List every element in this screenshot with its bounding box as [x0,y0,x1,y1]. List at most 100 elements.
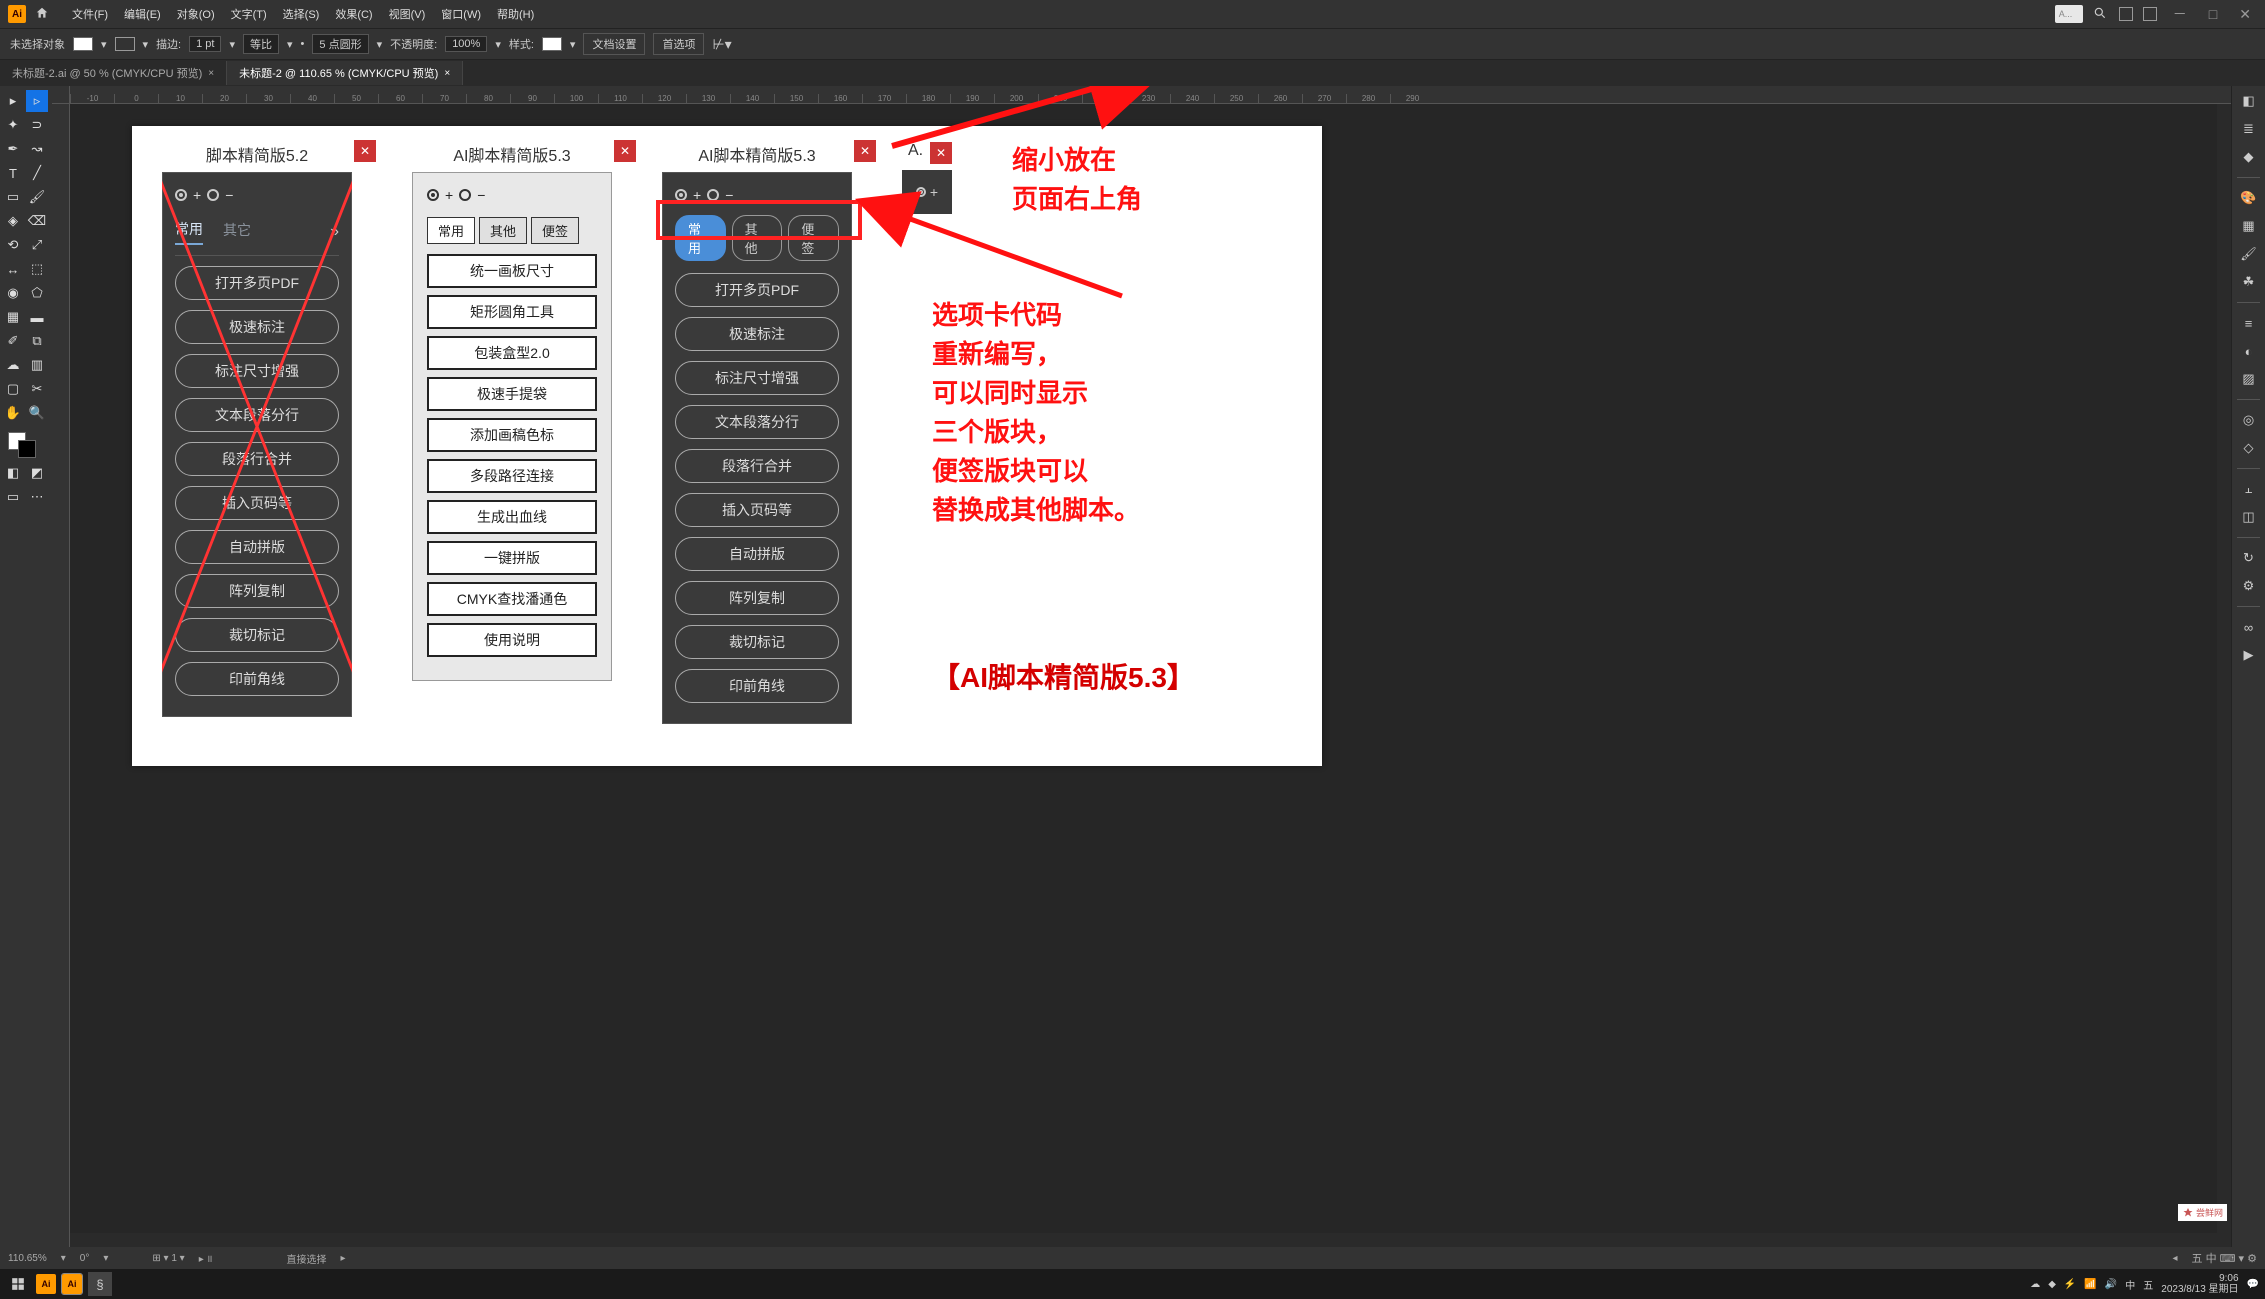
menu-window[interactable]: 窗口(W) [433,6,489,22]
transparency-panel-icon[interactable]: ▨ [2238,368,2260,390]
width-tool[interactable]: ↔ [2,258,24,280]
radio-icon[interactable] [459,189,471,201]
brush-dropdown[interactable]: 5 点圆形 [312,34,368,54]
play-panel-icon[interactable]: ▶ [2238,644,2260,666]
script-button[interactable]: 阵列复制 [175,574,339,608]
start-button[interactable] [6,1272,30,1296]
script-button[interactable]: 文本段落分行 [175,398,339,432]
document-tab-active[interactable]: 未标题-2 @ 110.65 % (CMYK/CPU 预览) × [227,61,463,85]
mini-collapsed-panel[interactable]: + [902,170,952,214]
mesh-tool[interactable]: ▦ [2,306,24,328]
panel2-tab-other[interactable]: 其他 [479,217,527,244]
tray-icon[interactable]: ☁ [2030,1279,2040,1290]
script-button[interactable]: 插入页码等 [675,493,839,527]
transform-panel-icon[interactable]: ↻ [2238,547,2260,569]
opacity-field[interactable]: 100% [445,36,487,52]
script-button[interactable]: 印前角线 [675,669,839,703]
script-button[interactable]: 打开多页PDF [675,273,839,307]
panel3-close-button[interactable]: ✕ [854,140,876,162]
script-button[interactable]: CMYK查找潘通色 [427,582,597,616]
taskbar-ai-icon-active[interactable]: Ai [62,1274,82,1294]
close-tab-icon[interactable]: × [208,68,214,79]
tray-ime-icon[interactable]: 五 [2143,1277,2153,1292]
selection-tool[interactable]: ▸ [2,90,24,112]
stroke-swatch[interactable] [115,37,135,51]
horizontal-scrollbar[interactable] [70,1233,2217,1247]
panel4-close-button[interactable]: ✕ [930,142,952,164]
close-button[interactable]: ✕ [2233,6,2257,23]
color-panel-icon[interactable]: 🎨 [2238,187,2260,209]
document-setup-button[interactable]: 文档设置 [583,33,645,55]
style-swatch[interactable] [542,37,562,51]
minimize-button[interactable]: － [2167,4,2193,24]
script-button[interactable]: 多段路径连接 [427,459,597,493]
maximize-button[interactable]: □ [2203,6,2223,22]
gradient-panel-icon[interactable]: ◐ [2238,340,2260,362]
pen-tool[interactable]: ✒ [2,138,24,160]
draw-mode-icon[interactable]: ◩ [26,462,48,484]
script-button[interactable]: 裁切标记 [175,618,339,652]
uniform-dropdown[interactable]: 等比 [243,34,279,54]
fill-swatch[interactable] [73,37,93,51]
tray-volume-icon[interactable]: 🔊 [2105,1279,2117,1290]
script-button[interactable]: 包装盒型2.0 [427,336,597,370]
links-panel-icon[interactable]: ∞ [2238,616,2260,638]
artboard-tool[interactable]: ▢ [2,378,24,400]
magic-wand-tool[interactable]: ✦ [2,114,24,136]
panel2-tab-common[interactable]: 常用 [427,217,475,244]
eyedropper-tool[interactable]: ✐ [2,330,24,352]
stroke-panel-icon[interactable]: ≡ [2238,312,2260,334]
ruler-origin[interactable] [52,86,70,104]
brushes-panel-icon[interactable]: 🖌 [2238,243,2260,265]
eraser-tool[interactable]: ⌫ [26,210,48,232]
taskbar-app-icon[interactable]: § [88,1272,112,1296]
script-button[interactable]: 插入页码等 [175,486,339,520]
pathfinder-panel-icon[interactable]: ◫ [2238,506,2260,528]
rotate-tool[interactable]: ⟲ [2,234,24,256]
scale-tool[interactable]: ⤢ [26,234,48,256]
lasso-tool[interactable]: ⊃ [26,114,48,136]
script-button[interactable]: 一键拼版 [427,541,597,575]
perspective-tool[interactable]: ⬠ [26,282,48,304]
shape-builder-tool[interactable]: ◉ [2,282,24,304]
script-button[interactable]: 使用说明 [427,623,597,657]
graphic-styles-panel-icon[interactable]: ◇ [2238,437,2260,459]
script-button[interactable]: 标注尺寸增强 [675,361,839,395]
panel1-close-button[interactable]: ✕ [354,140,376,162]
menu-type[interactable]: 文字(T) [223,6,275,22]
top-search-box[interactable]: A... [2055,5,2083,23]
swatches-panel-icon[interactable]: ▦ [2238,215,2260,237]
zoom-level[interactable]: 110.65% [8,1253,47,1264]
preferences-button[interactable]: 首选项 [653,33,704,55]
chevron-right-icon[interactable]: » [330,223,339,241]
menu-file[interactable]: 文件(F) [64,6,116,22]
script-button[interactable]: 段落行合并 [175,442,339,476]
stroke-weight-field[interactable]: 1 pt [189,36,221,52]
panel1-tab-common[interactable]: 常用 [175,219,203,245]
appearance-panel-icon[interactable]: ◎ [2238,409,2260,431]
layers-panel-icon[interactable]: ≣ [2238,118,2260,140]
script-button[interactable]: 生成出血线 [427,500,597,534]
script-button[interactable]: 自动拼版 [675,537,839,571]
direct-selection-tool[interactable]: ▹ [26,90,48,112]
fill-stroke-boxes[interactable] [2,432,50,460]
column-graph-tool[interactable]: ▥ [26,354,48,376]
arrange-icon[interactable] [2143,7,2157,21]
workspace-icon[interactable] [2119,7,2133,21]
search-icon[interactable] [2093,6,2109,22]
menu-edit[interactable]: 编辑(E) [116,6,169,22]
script-button[interactable]: 印前角线 [175,662,339,696]
line-tool[interactable]: ╱ [26,162,48,184]
notification-icon[interactable]: 💬 [2247,1279,2259,1290]
script-button[interactable]: 打开多页PDF [175,266,339,300]
curvature-tool[interactable]: ↝ [26,138,48,160]
brush-tool[interactable]: 🖌 [26,186,48,208]
script-button[interactable]: 极速标注 [175,310,339,344]
home-icon[interactable] [32,6,52,23]
script-button[interactable]: 阵列复制 [675,581,839,615]
zoom-tool[interactable]: 🔍 [26,402,48,424]
tray-ime-icon[interactable]: 中 [2125,1277,2135,1292]
close-tab-icon[interactable]: × [444,68,450,79]
color-mode-icon[interactable]: ◧ [2,462,24,484]
radio-icon[interactable] [207,189,219,201]
